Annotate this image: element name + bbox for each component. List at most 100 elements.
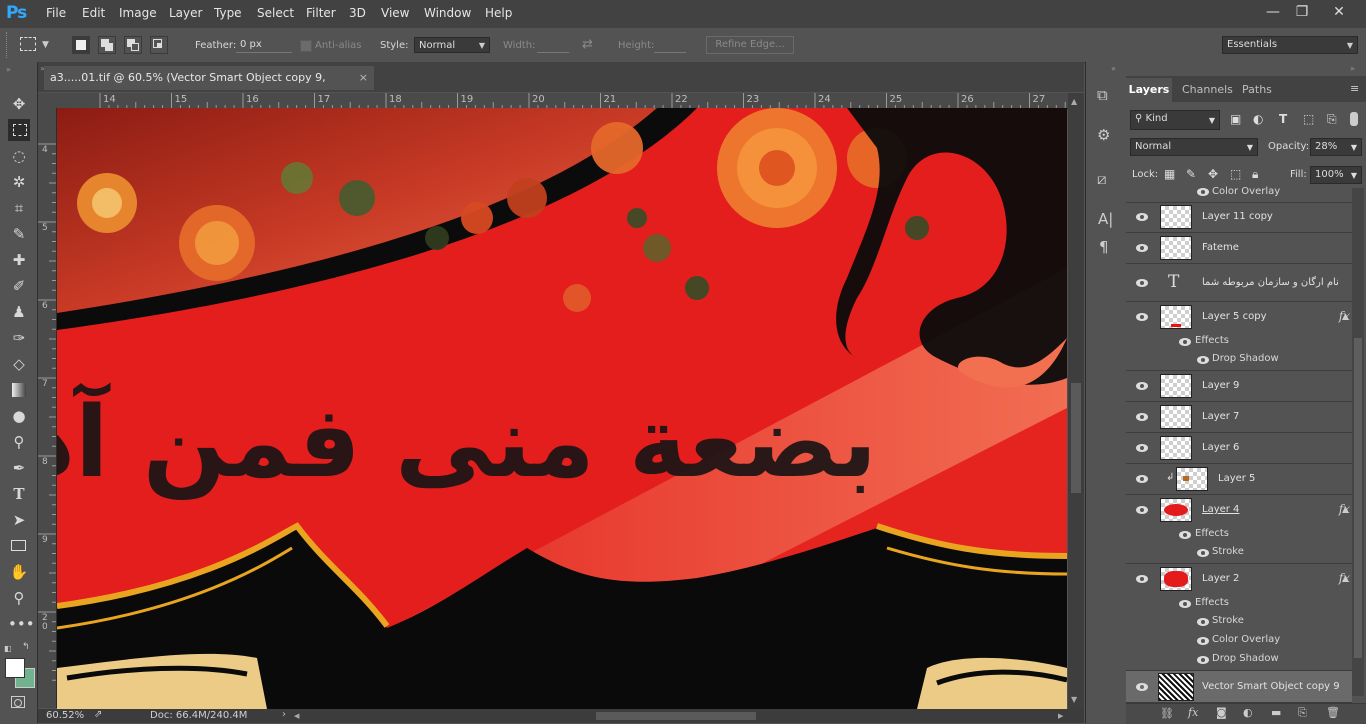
dodge-tool-icon[interactable]: ⚲	[8, 431, 30, 453]
menu-layer[interactable]: Layer	[169, 6, 202, 20]
filter-pixel-icon[interactable]: ▣	[1230, 112, 1241, 126]
eye-icon[interactable]	[1178, 337, 1192, 347]
scroll-down-icon[interactable]: ▼	[1071, 695, 1077, 704]
filter-kind-select[interactable]: ⚲ Kind ▼	[1130, 110, 1220, 130]
layer-row[interactable]: Layer 4 fx	[1126, 495, 1352, 526]
document-tab[interactable]: a3.....01.tif @ 60.5% (Vector Smart Obje…	[44, 66, 374, 108]
minimize-button[interactable]: —	[1263, 3, 1283, 21]
layers-scroll-thumb[interactable]	[1354, 338, 1362, 658]
default-colors-icon[interactable]: ◧	[4, 644, 12, 653]
quick-mask-icon[interactable]	[11, 696, 25, 708]
zoom-level[interactable]: 60.52%	[46, 710, 84, 721]
layer-row[interactable]: Layer 11 copy	[1126, 202, 1352, 233]
lock-transparent-icon[interactable]: ▦	[1164, 167, 1175, 181]
effects-row[interactable]: Effects	[1126, 526, 1352, 544]
layer-row[interactable]: Layer 7	[1126, 402, 1352, 433]
gradient-tool-icon[interactable]	[8, 379, 30, 401]
eye-icon[interactable]	[1196, 617, 1210, 627]
eye-icon[interactable]	[1135, 682, 1149, 692]
eye-icon[interactable]	[1135, 474, 1149, 484]
eye-icon[interactable]	[1135, 278, 1149, 288]
lock-artboard-icon[interactable]: ⬚	[1230, 167, 1241, 181]
layer-row[interactable]: Layer 9	[1126, 371, 1352, 402]
layer-row[interactable]: Layer 5 copy fx	[1126, 302, 1352, 333]
menu-window[interactable]: Window	[424, 6, 471, 20]
history-brush-tool-icon[interactable]: ✑	[8, 327, 30, 349]
effects-row[interactable]: Effects	[1126, 333, 1352, 351]
layer-row[interactable]: ↲ Layer 5	[1126, 464, 1352, 495]
link-layers-icon[interactable]: ⛓	[1160, 707, 1174, 720]
clone-stamp-tool-icon[interactable]: ♟	[8, 301, 30, 323]
healing-brush-tool-icon[interactable]: ✚	[8, 249, 30, 271]
delete-layer-icon[interactable]: 🗑︎	[1326, 706, 1340, 719]
menu-file[interactable]: File	[46, 6, 66, 20]
layer-row-selected[interactable]: Vector Smart Object copy 9	[1126, 671, 1352, 703]
effect-row[interactable]: Drop Shadow	[1126, 651, 1352, 671]
horizontal-scroll-thumb[interactable]	[596, 712, 756, 720]
ruler-origin[interactable]	[38, 93, 56, 108]
width-input[interactable]	[537, 52, 569, 53]
new-layer-icon[interactable]: ⎘	[1298, 706, 1307, 720]
layer-row[interactable]: T نام ارگان و سازمان مربوطه شما	[1126, 264, 1352, 302]
effect-row[interactable]: Drop Shadow	[1126, 351, 1352, 371]
opacity-input[interactable]: 28% ▼	[1310, 138, 1362, 156]
menu-3d[interactable]: 3D	[349, 6, 366, 20]
close-window-button[interactable]: ✕	[1329, 3, 1349, 21]
layer-row[interactable]: Layer 6	[1126, 433, 1352, 464]
chevron-down-icon[interactable]: ▼	[42, 40, 49, 50]
chevron-up-icon[interactable]: ▲	[1342, 574, 1348, 583]
fill-input[interactable]: 100% ▼	[1310, 166, 1362, 184]
intersect-selection-button[interactable]	[150, 36, 168, 54]
rectangle-tool-icon[interactable]	[8, 535, 30, 557]
antialias-checkbox[interactable]	[300, 40, 312, 52]
paragraph-panel-icon[interactable]: ¶	[1099, 238, 1109, 256]
adjustments-panel-icon[interactable]: ⧄	[1097, 170, 1107, 188]
zoom-tool-icon[interactable]: ⚲	[8, 587, 30, 609]
eraser-tool-icon[interactable]: ◇	[8, 353, 30, 375]
add-mask-icon[interactable]: ◙	[1216, 706, 1227, 719]
add-selection-button[interactable]	[98, 36, 116, 54]
scroll-right-icon[interactable]: ▶	[1058, 712, 1063, 720]
eye-icon[interactable]	[1135, 574, 1149, 584]
collapse-icon[interactable]: »	[1350, 64, 1355, 73]
swap-colors-icon[interactable]: ↰	[22, 642, 30, 652]
lock-position-icon[interactable]: ✥	[1208, 167, 1218, 181]
eye-icon[interactable]	[1135, 412, 1149, 422]
eye-icon[interactable]	[1135, 212, 1149, 222]
eye-icon[interactable]	[1196, 355, 1210, 365]
type-tool-icon[interactable]: T	[8, 483, 30, 505]
tab-layers[interactable]: Layers	[1126, 78, 1172, 102]
filter-smart-object-icon[interactable]: ⎘	[1327, 112, 1337, 127]
path-selection-tool-icon[interactable]: ➤	[8, 509, 30, 531]
hand-tool-icon[interactable]: ✋	[8, 561, 30, 583]
marquee-preset-icon[interactable]	[20, 37, 36, 51]
status-menu-icon[interactable]: ›	[282, 709, 286, 720]
height-input[interactable]	[654, 52, 686, 53]
eyedropper-tool-icon[interactable]: ✎	[8, 223, 30, 245]
vertical-ruler[interactable]: 4 5 6 7 8 9 20	[38, 108, 57, 708]
marquee-tool-icon[interactable]	[8, 119, 30, 141]
filter-shape-icon[interactable]: ⬚	[1303, 112, 1314, 126]
subtract-selection-button[interactable]	[124, 36, 142, 54]
move-tool-icon[interactable]: ✥	[8, 93, 30, 115]
lasso-tool-icon[interactable]: ◌	[8, 145, 30, 167]
eye-icon[interactable]	[1196, 636, 1210, 646]
effects-row[interactable]: Effects	[1126, 595, 1352, 613]
magic-wand-tool-icon[interactable]: ✲	[8, 171, 30, 193]
eye-icon[interactable]	[1135, 312, 1149, 322]
partial-effect-row[interactable]: Color Overlay	[1126, 186, 1352, 203]
menu-view[interactable]: View	[381, 6, 409, 20]
foreground-color-swatch[interactable]	[5, 658, 25, 678]
tab-paths[interactable]: Paths	[1242, 78, 1272, 102]
brush-tool-icon[interactable]: ✐	[8, 275, 30, 297]
eye-icon[interactable]	[1196, 187, 1210, 197]
eye-icon[interactable]	[1178, 530, 1192, 540]
lock-all-icon[interactable]: 🔒︎	[1252, 167, 1258, 182]
character-panel-icon[interactable]: A|	[1098, 210, 1113, 228]
layer-row[interactable]: Fateme	[1126, 233, 1352, 264]
refine-edge-button[interactable]: Refine Edge...	[706, 36, 794, 54]
horizontal-ruler[interactable]: 14 15 16 17 18 19 20 21 22 23 24 25 26 27	[56, 93, 1068, 109]
new-group-icon[interactable]: ▬	[1271, 706, 1281, 719]
blur-tool-icon[interactable]: ●	[8, 405, 30, 427]
expand-icon[interactable]: «	[1111, 64, 1116, 73]
